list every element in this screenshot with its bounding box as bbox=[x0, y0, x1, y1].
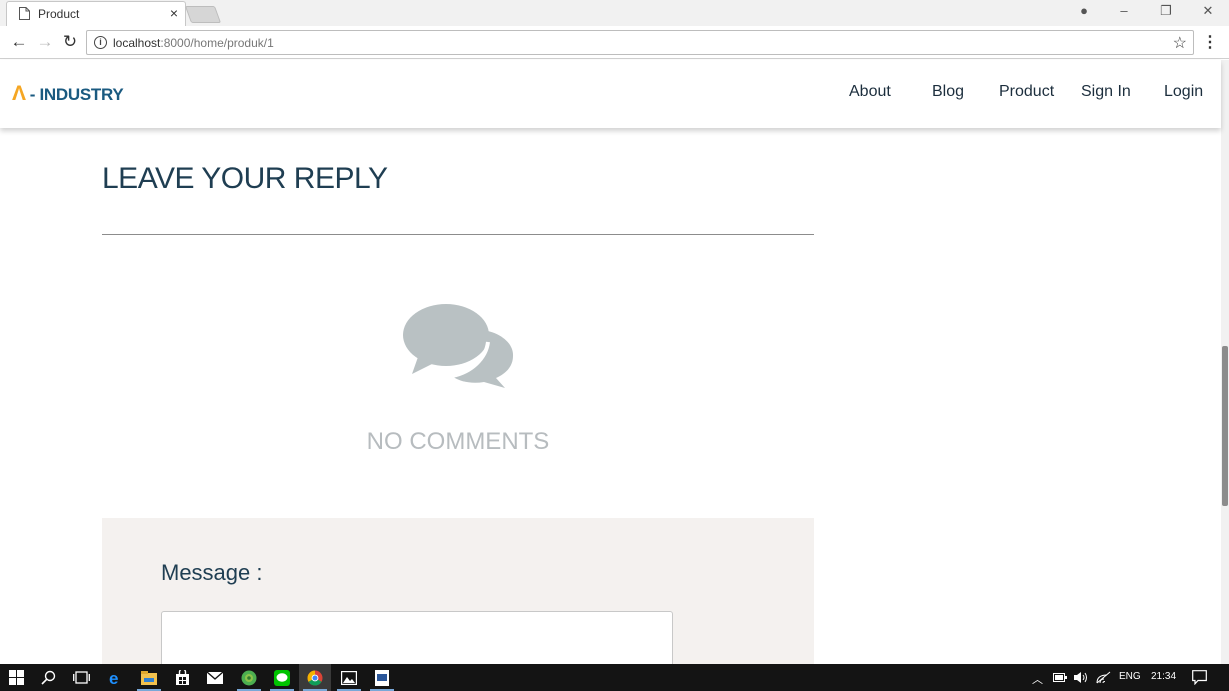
tray-chevron-up-icon[interactable]: ︿ bbox=[1032, 671, 1043, 687]
page-scrollbar[interactable] bbox=[1221, 60, 1229, 664]
search-icon[interactable] bbox=[32, 664, 64, 691]
divider bbox=[102, 234, 814, 235]
close-window-icon[interactable]: ✕ bbox=[1198, 3, 1218, 19]
nav-link-login[interactable]: Login bbox=[1164, 83, 1203, 101]
line-chat-icon[interactable] bbox=[266, 664, 298, 691]
scrollbar-thumb[interactable] bbox=[1222, 346, 1228, 506]
profile-icon[interactable]: ● bbox=[1074, 3, 1094, 18]
browser-tab-product[interactable]: Product × bbox=[6, 1, 186, 26]
tab-title: Product bbox=[38, 7, 80, 21]
url-path: :8000/home/produk/1 bbox=[160, 36, 274, 50]
url-text: localhost:8000/home/produk/1 bbox=[113, 36, 274, 50]
mail-icon[interactable] bbox=[199, 664, 231, 691]
wifi-icon[interactable] bbox=[1096, 671, 1111, 684]
reply-heading: LEAVE YOUR REPLY bbox=[102, 162, 388, 195]
battery-icon[interactable] bbox=[1053, 673, 1067, 682]
tray-clock[interactable]: 21:34 bbox=[1151, 671, 1176, 682]
chrome-icon[interactable] bbox=[299, 664, 331, 691]
bookmark-star-icon[interactable]: ☆ bbox=[1173, 33, 1187, 53]
reload-icon[interactable]: ↻ bbox=[60, 32, 80, 52]
page-content: LEAVE YOUR REPLY NO COMMENTS Message : bbox=[0, 128, 1221, 681]
logo-text: - INDUSTRY bbox=[29, 85, 124, 104]
tab-close-icon[interactable]: × bbox=[167, 5, 181, 21]
url-host: localhost bbox=[113, 36, 161, 50]
nav-link-product[interactable]: Product bbox=[999, 83, 1054, 101]
browser-menu-icon[interactable]: ⋮ bbox=[1202, 32, 1218, 52]
site-logo[interactable]: Λ- INDUSTRY bbox=[12, 82, 124, 106]
nav-link-blog[interactable]: Blog bbox=[932, 83, 964, 101]
new-tab-button[interactable] bbox=[184, 6, 222, 23]
windows-start-icon[interactable] bbox=[0, 664, 32, 691]
message-label: Message : bbox=[161, 560, 263, 585]
task-view-icon[interactable] bbox=[65, 664, 97, 691]
site-navbar: Λ- INDUSTRY About Blog Product Sign In L… bbox=[0, 60, 1221, 128]
address-bar[interactable]: i localhost:8000/home/produk/1 ☆ bbox=[86, 30, 1194, 55]
tray-language[interactable]: ENG bbox=[1119, 671, 1141, 682]
comments-icon bbox=[403, 304, 514, 388]
logo-mark: Λ bbox=[12, 82, 26, 105]
minimize-icon[interactable]: – bbox=[1114, 3, 1134, 18]
forward-icon[interactable]: → bbox=[35, 32, 55, 52]
browser-tab-strip: Product × ● – ❐ ✕ bbox=[0, 0, 1229, 26]
file-explorer-icon[interactable] bbox=[133, 664, 165, 691]
no-comments-text: NO COMMENTS bbox=[366, 428, 550, 455]
info-icon[interactable]: i bbox=[94, 36, 107, 49]
photos-icon[interactable] bbox=[333, 664, 365, 691]
windows-taskbar: e ︿ ENG 21:34 bbox=[0, 664, 1229, 691]
word-doc-icon[interactable] bbox=[366, 664, 398, 691]
back-icon[interactable]: ← bbox=[9, 32, 29, 52]
volume-icon[interactable] bbox=[1073, 671, 1089, 684]
edge-icon[interactable]: e bbox=[100, 664, 132, 691]
nav-link-about[interactable]: About bbox=[849, 83, 891, 101]
restore-icon[interactable]: ❐ bbox=[1156, 3, 1176, 19]
page-icon bbox=[19, 7, 30, 20]
nav-link-sign-in[interactable]: Sign In bbox=[1081, 83, 1131, 101]
browser-toolbar: ← → ↻ i localhost:8000/home/produk/1 ☆ ⋮ bbox=[0, 26, 1229, 59]
comment-form: Message : bbox=[102, 518, 814, 681]
svg-text:e: e bbox=[109, 670, 118, 686]
notifications-icon[interactable] bbox=[1192, 670, 1207, 685]
store-icon[interactable] bbox=[166, 664, 198, 691]
browser-globe-icon[interactable] bbox=[233, 664, 265, 691]
